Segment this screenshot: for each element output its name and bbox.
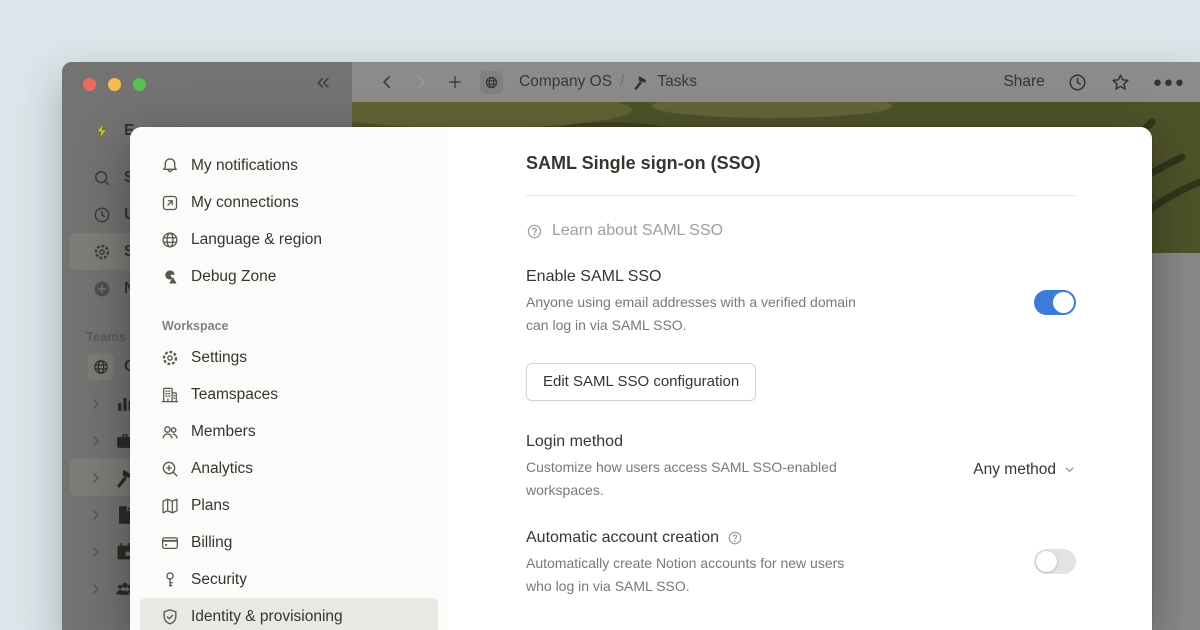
nav-item-label: Teamspaces — [191, 386, 278, 404]
plus-circle-icon — [92, 279, 112, 299]
window-controls — [83, 78, 146, 91]
auto-account-creation-toggle[interactable] — [1034, 549, 1076, 574]
setting-description: Anyone using email addresses with a veri… — [526, 291, 860, 337]
divider — [526, 195, 1076, 196]
nav-item-teamspaces[interactable]: Teamspaces — [140, 376, 438, 413]
nav-item-my-notifications[interactable]: My notifications — [140, 147, 438, 184]
chevron-right-icon[interactable] — [88, 396, 104, 412]
login-method-dropdown[interactable]: Any method — [973, 461, 1076, 479]
globe-icon — [484, 75, 499, 90]
nav-item-members[interactable]: Members — [140, 413, 438, 450]
toggle-knob — [1053, 292, 1074, 313]
nav-item-analytics[interactable]: Analytics — [140, 450, 438, 487]
question-circle-icon[interactable] — [727, 530, 743, 546]
clock-icon — [92, 205, 112, 225]
setting-heading: Login method — [526, 433, 894, 451]
nav-item-plans[interactable]: Plans — [140, 487, 438, 524]
learn-link-label[interactable]: Learn about SAML SSO — [552, 222, 723, 240]
settings-modal: My notifications My connections Language… — [130, 127, 1152, 630]
setting-description: Customize how users access SAML SSO-enab… — [526, 456, 894, 502]
breadcrumb: Company OS / Tasks — [519, 73, 697, 91]
nav-item-label: Identity & provisioning — [191, 608, 343, 626]
hammer-icon — [632, 74, 649, 91]
chevron-right-icon[interactable] — [88, 507, 104, 523]
nav-item-label: Members — [191, 423, 256, 441]
shield-check-icon — [160, 607, 180, 627]
nav-item-label: My notifications — [191, 157, 298, 175]
edit-saml-config-button[interactable]: Edit SAML SSO configuration — [526, 363, 756, 401]
globe-icon — [160, 230, 180, 250]
collapse-sidebar-icon[interactable]: « — [317, 70, 330, 94]
chevron-right-icon[interactable] — [88, 433, 104, 449]
nav-item-settings[interactable]: Settings — [140, 339, 438, 376]
topbar-actions: Share ●●● — [1003, 72, 1190, 93]
search-icon — [92, 168, 112, 188]
setting-login-method: Login method Customize how users access … — [526, 433, 1076, 502]
gear-icon — [160, 348, 180, 368]
dropdown-value: Any method — [973, 461, 1056, 479]
new-tab-icon[interactable] — [446, 73, 464, 91]
enable-saml-toggle[interactable] — [1034, 290, 1076, 315]
app-topbar: Company OS / Tasks Share ●●● — [352, 62, 1200, 102]
back-icon[interactable] — [378, 73, 396, 91]
bell-icon — [160, 156, 180, 176]
setting-description: Automatically create Notion accounts for… — [526, 552, 866, 598]
gear-icon — [92, 242, 112, 262]
key-icon — [160, 570, 180, 590]
building-icon — [160, 385, 180, 405]
close-button[interactable] — [83, 78, 96, 91]
history-clock-icon[interactable] — [1067, 72, 1088, 93]
nav-item-label: Plans — [191, 497, 230, 515]
page-icon-badge[interactable] — [480, 71, 503, 94]
question-circle-icon — [526, 223, 543, 240]
credit-card-icon — [160, 533, 180, 553]
settings-nav: My notifications My connections Language… — [130, 127, 448, 630]
more-options-icon[interactable]: ●●● — [1153, 74, 1186, 91]
teamspace-badge — [88, 354, 114, 380]
nav-item-security[interactable]: Security — [140, 561, 438, 598]
debug-zone-icon — [160, 267, 180, 287]
breadcrumb-separator: / — [620, 73, 624, 91]
lightning-icon — [92, 121, 112, 141]
nav-item-billing[interactable]: Billing — [140, 524, 438, 561]
setting-heading: Automatic account creation — [526, 529, 866, 547]
star-icon[interactable] — [1110, 72, 1131, 93]
nav-item-label: Security — [191, 571, 247, 589]
breadcrumb-workspace[interactable]: Company OS — [519, 73, 612, 91]
nav-item-label: My connections — [191, 194, 299, 212]
nav-item-identity-provisioning[interactable]: Identity & provisioning — [140, 598, 438, 630]
nav-item-label: Analytics — [191, 460, 253, 478]
nav-item-label: Billing — [191, 534, 232, 552]
chevron-right-icon[interactable] — [88, 581, 104, 597]
chevron-down-icon — [1063, 463, 1076, 476]
learn-link[interactable]: Learn about SAML SSO — [526, 222, 723, 240]
chevron-right-icon[interactable] — [88, 470, 104, 486]
nav-item-my-connections[interactable]: My connections — [140, 184, 438, 221]
map-icon — [160, 496, 180, 516]
nav-item-label: Debug Zone — [191, 268, 276, 286]
setting-heading: Enable SAML SSO — [526, 268, 860, 286]
share-button[interactable]: Share — [1003, 73, 1044, 91]
minimize-button[interactable] — [108, 78, 121, 91]
forward-icon[interactable] — [412, 73, 430, 91]
zoom-button[interactable] — [133, 78, 146, 91]
members-icon — [160, 422, 180, 442]
toggle-knob — [1036, 551, 1057, 572]
zoom-plus-icon — [160, 459, 180, 479]
chevron-right-icon[interactable] — [88, 544, 104, 560]
nav-item-debug-zone[interactable]: Debug Zone — [140, 258, 438, 295]
globe-icon — [92, 358, 110, 376]
nav-item-label: Language & region — [191, 231, 322, 249]
setting-heading-label: Automatic account creation — [526, 529, 719, 547]
page-title: SAML Single sign-on (SSO) — [526, 153, 1076, 174]
setting-enable-saml: Enable SAML SSO Anyone using email addre… — [526, 268, 1076, 337]
arrow-out-square-icon — [160, 193, 180, 213]
nav-section-workspace: Workspace — [162, 319, 448, 333]
nav-item-language-region[interactable]: Language & region — [140, 221, 438, 258]
nav-item-label: Settings — [191, 349, 247, 367]
breadcrumb-page[interactable]: Tasks — [657, 73, 697, 91]
setting-auto-account-creation: Automatic account creation Automatically… — [526, 529, 1076, 598]
settings-content: SAML Single sign-on (SSO) Learn about SA… — [448, 127, 1152, 630]
